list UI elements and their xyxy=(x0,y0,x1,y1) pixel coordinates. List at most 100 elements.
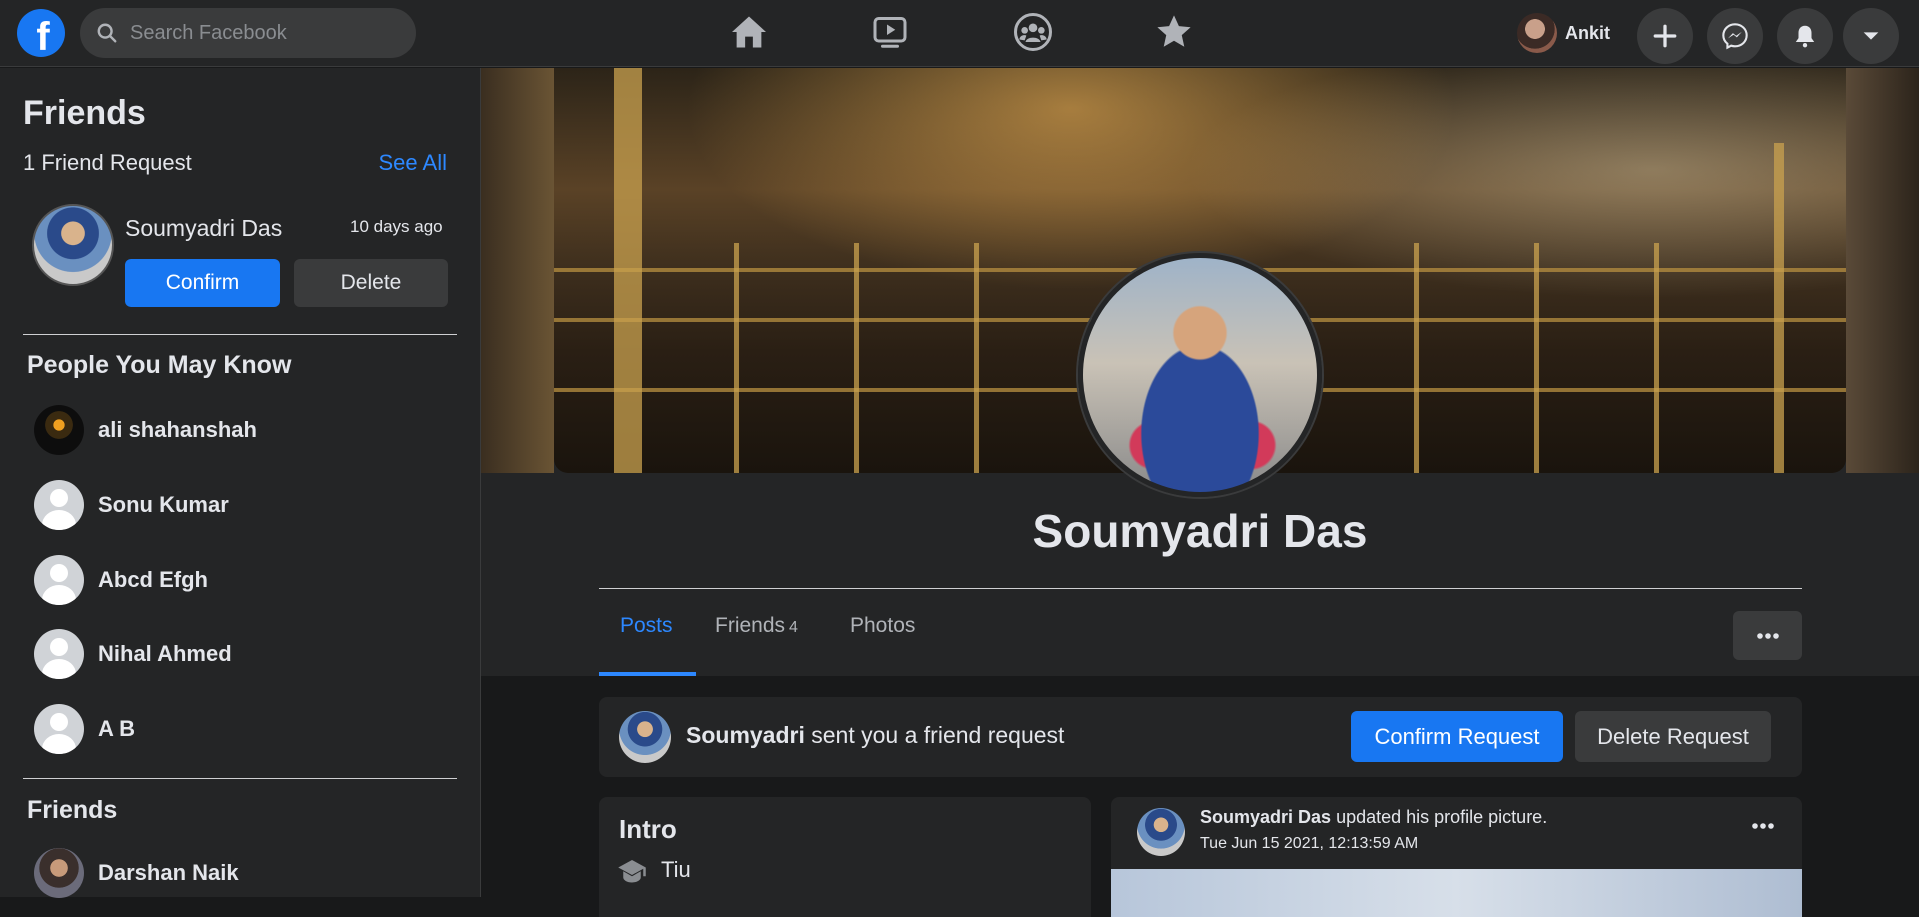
default-avatar-icon xyxy=(34,704,84,754)
user-profile-chip[interactable]: Ankit xyxy=(1517,10,1610,56)
confirm-button[interactable]: Confirm xyxy=(125,259,280,307)
pymk-item[interactable]: Sonu Kumar xyxy=(34,480,229,530)
post-more-button[interactable] xyxy=(1751,817,1775,835)
person-name: Nihal Ahmed xyxy=(98,641,232,666)
person-name: Sonu Kumar xyxy=(98,492,229,517)
notifications-button[interactable] xyxy=(1777,8,1833,64)
default-avatar-icon xyxy=(34,480,84,530)
post-action: updated his profile picture. xyxy=(1336,807,1548,827)
post-author-avatar[interactable] xyxy=(1137,808,1185,856)
cover-blur-left xyxy=(481,68,554,473)
cover-post xyxy=(1774,143,1784,473)
user-name: Ankit xyxy=(1565,22,1610,43)
banner-message: sent you a friend request xyxy=(811,722,1065,748)
person-name: Abcd Efgh xyxy=(98,567,208,592)
friends-section-title: Friends xyxy=(27,796,118,824)
banner-name[interactable]: Soumyadri xyxy=(686,722,805,748)
person-avatar xyxy=(34,405,84,455)
cover-post xyxy=(1534,243,1539,473)
person-name: Darshan Naik xyxy=(98,860,239,885)
banner-text: Soumyadri sent you a friend request xyxy=(686,722,1064,749)
default-avatar-icon xyxy=(34,629,84,679)
friend-item[interactable]: Darshan Naik xyxy=(34,848,239,898)
watch-nav-button[interactable] xyxy=(868,12,912,52)
cover-post xyxy=(1414,243,1419,473)
intro-card: Intro Tiu xyxy=(599,797,1091,917)
messenger-icon xyxy=(1722,23,1748,50)
top-navbar: f Ankit xyxy=(0,0,1919,67)
caret-down-icon xyxy=(1863,32,1879,40)
messenger-button[interactable] xyxy=(1707,8,1763,64)
cover-post xyxy=(734,243,739,473)
account-menu-button[interactable] xyxy=(1843,8,1899,64)
facebook-logo[interactable]: f xyxy=(17,9,65,59)
profile-name: Soumyadri Das xyxy=(1032,505,1368,557)
intro-education-row: Tiu xyxy=(617,856,691,884)
profile-picture[interactable] xyxy=(1078,253,1322,497)
create-button[interactable] xyxy=(1637,8,1693,64)
pymk-item[interactable]: Abcd Efgh xyxy=(34,555,208,605)
search-icon xyxy=(97,23,117,43)
more-dots-icon xyxy=(1752,823,1774,829)
tab-photos[interactable]: Photos xyxy=(850,614,915,638)
cover-pillar xyxy=(614,68,642,473)
see-all-link[interactable]: See All xyxy=(379,150,448,176)
watch-icon xyxy=(873,17,907,48)
home-icon xyxy=(732,16,766,48)
cover-blur-right xyxy=(1846,68,1919,473)
request-time: 10 days ago xyxy=(350,217,443,236)
post-date[interactable]: Tue Jun 15 2021, 12:13:59 AM xyxy=(1200,835,1418,853)
header-divider xyxy=(599,588,1802,589)
intro-title: Intro xyxy=(619,814,677,844)
bell-icon xyxy=(1795,25,1815,48)
star-icon xyxy=(1157,15,1191,47)
delete-button[interactable]: Delete xyxy=(294,259,448,307)
person-avatar xyxy=(34,848,84,898)
active-tab-indicator xyxy=(599,672,696,676)
person-name: ali shahanshah xyxy=(98,417,257,442)
tab-label: Photos xyxy=(850,614,916,637)
more-dots-icon xyxy=(1756,632,1779,639)
cover-post xyxy=(974,243,979,473)
search-box[interactable] xyxy=(80,8,416,58)
tab-label: Posts xyxy=(620,614,673,637)
post-card: Soumyadri Das updated his profile pictur… xyxy=(1111,797,1802,917)
confirm-request-button[interactable]: Confirm Request xyxy=(1351,711,1563,762)
post-title: Soumyadri Das updated his profile pictur… xyxy=(1200,807,1547,828)
pymk-item[interactable]: Nihal Ahmed xyxy=(34,629,232,679)
profile-more-button[interactable] xyxy=(1733,611,1802,660)
cover-post xyxy=(854,243,859,473)
cover-post xyxy=(1654,243,1659,473)
friends-sidebar: Friends 1 Friend Request See All Soumyad… xyxy=(0,68,481,898)
groups-icon xyxy=(1014,13,1052,51)
post-author[interactable]: Soumyadri Das xyxy=(1200,807,1331,827)
person-name: A B xyxy=(98,716,136,741)
default-avatar-icon xyxy=(34,555,84,605)
profile-main: Soumyadri Das Posts Friends 4 Photos Soum… xyxy=(481,68,1919,917)
user-avatar xyxy=(1517,13,1557,53)
sidebar-divider xyxy=(23,334,457,335)
facebook-logo-letter: f xyxy=(36,14,50,59)
pymk-item[interactable]: ali shahanshah xyxy=(34,405,257,455)
home-nav-button[interactable] xyxy=(727,12,771,52)
intro-education: Tiu xyxy=(661,857,691,882)
people-you-may-know-title: People You May Know xyxy=(27,351,292,379)
tab-label: Friends xyxy=(715,614,786,637)
pymk-item[interactable]: A B xyxy=(34,704,135,754)
delete-request-button[interactable]: Delete Request xyxy=(1575,711,1771,762)
banner-avatar[interactable] xyxy=(619,711,671,763)
search-input[interactable] xyxy=(130,21,390,45)
sidebar-divider xyxy=(23,778,457,779)
friend-request-banner: Soumyadri sent you a friend request Conf… xyxy=(599,697,1802,777)
profile-header: Soumyadri Das Posts Friends 4 Photos xyxy=(481,68,1919,676)
tab-friends[interactable]: Friends 4 xyxy=(715,614,798,638)
friend-request-count: 1 Friend Request xyxy=(23,150,192,175)
post-image[interactable] xyxy=(1111,869,1802,917)
request-name[interactable]: Soumyadri Das xyxy=(125,215,282,242)
graduation-cap-icon xyxy=(618,860,646,883)
groups-nav-button[interactable] xyxy=(1011,12,1055,52)
sidebar-title: Friends xyxy=(23,94,146,132)
favorites-nav-button[interactable] xyxy=(1152,12,1196,52)
tab-posts[interactable]: Posts xyxy=(620,614,673,638)
request-avatar[interactable] xyxy=(32,204,114,286)
